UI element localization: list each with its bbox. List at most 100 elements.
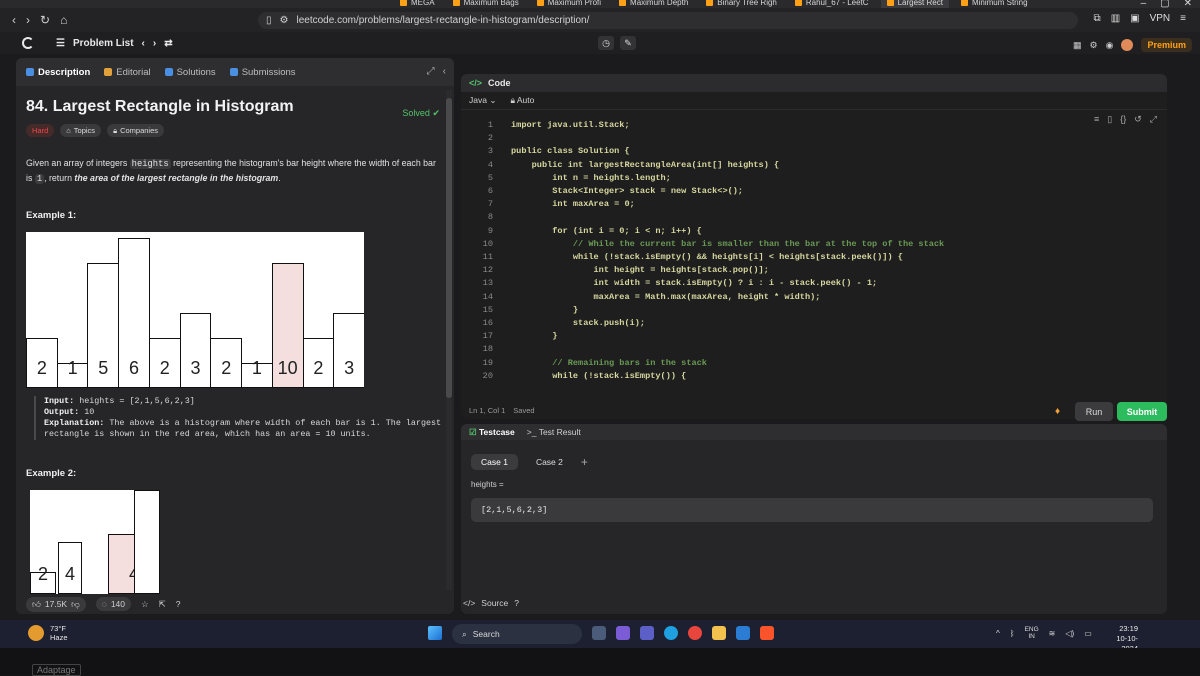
timer-icon[interactable]: ◷: [598, 36, 614, 50]
language-select[interactable]: Java ⌄: [469, 95, 496, 106]
extensions-icon[interactable]: ⧉: [1094, 13, 1101, 24]
tab-description[interactable]: Description: [26, 67, 90, 78]
language-indicator[interactable]: ENG IN: [1025, 626, 1039, 640]
reload-icon[interactable]: ↻: [40, 13, 50, 27]
case-tab[interactable]: Case 2: [526, 454, 573, 470]
scrollbar-thumb[interactable]: [446, 98, 452, 398]
thumbs-down-icon[interactable]: 👎︎: [71, 599, 80, 610]
site-info-icon[interactable]: ⚙: [280, 15, 289, 26]
bar-label: 1: [67, 358, 78, 378]
browser-tab[interactable]: Maximum Bags: [447, 0, 525, 8]
premium-button[interactable]: Premium: [1141, 38, 1192, 52]
add-case-icon[interactable]: +: [581, 455, 588, 469]
source-link[interactable]: </> Source?: [463, 598, 519, 608]
collapse-icon[interactable]: ‹: [443, 66, 446, 77]
sidebar-icon[interactable]: ▥: [1111, 13, 1120, 24]
example1-heading: Example 1:: [26, 210, 77, 221]
histogram-bar: 4: [58, 542, 82, 594]
weather-widget[interactable]: 73°F Haze: [28, 624, 68, 642]
battery-icon[interactable]: ▭: [1084, 629, 1092, 638]
browser-tab[interactable]: Largest Rect: [880, 0, 949, 8]
avatar[interactable]: [1121, 39, 1134, 51]
problem-list-link[interactable]: Problem List: [73, 38, 134, 49]
url-field[interactable]: ▯ ⚙ leetcode.com/problems/largest-rectan…: [258, 12, 1078, 29]
streak-icon[interactable]: ◉: [1106, 40, 1114, 51]
settings-icon[interactable]: ⚙: [1090, 40, 1098, 51]
like-button[interactable]: 👍︎ 17.5K 👎︎: [26, 596, 86, 612]
vpn-badge[interactable]: VPN: [1150, 13, 1171, 24]
scrollbar[interactable]: [446, 90, 452, 590]
notification-icon[interactable]: ♦: [1055, 406, 1060, 417]
reset-icon[interactable]: ↺: [1134, 114, 1142, 125]
bookmark-icon[interactable]: ▯: [1107, 114, 1112, 125]
back-icon[interactable]: ‹: [12, 13, 16, 27]
code-line: 13 int width = stack.isEmpty() ? i : i -…: [471, 277, 944, 290]
forward-icon[interactable]: ›: [26, 13, 30, 27]
comments-button[interactable]: ◌ 140: [95, 597, 131, 611]
run-button[interactable]: Run: [1075, 402, 1113, 421]
browser-tab[interactable]: MEGA: [394, 0, 441, 8]
list-icon[interactable]: ☰: [56, 38, 65, 49]
url-text: leetcode.com/problems/largest-rectangle-…: [296, 15, 590, 26]
copilot-icon[interactable]: [616, 626, 630, 640]
leetcode-logo-icon[interactable]: [22, 37, 34, 49]
tab-label: Description: [38, 66, 91, 78]
browser-tab-label: MEGA: [411, 0, 435, 7]
help-icon[interactable]: ?: [176, 599, 181, 609]
companies-chip[interactable]: 🔒︎ Companies: [107, 124, 164, 137]
topics-chip[interactable]: ⌂ Topics: [60, 124, 102, 137]
home-icon[interactable]: ⌂: [60, 13, 67, 27]
chrome-icon[interactable]: [688, 626, 702, 640]
language-value: Java: [469, 95, 487, 105]
output-value: 10: [84, 407, 95, 417]
menu-icon[interactable]: ≡: [1180, 13, 1186, 24]
prev-problem-icon[interactable]: ‹: [142, 38, 145, 49]
browser-tab[interactable]: Maximum Depth: [613, 0, 694, 8]
next-problem-icon[interactable]: ›: [153, 38, 156, 49]
star-icon[interactable]: ☆: [141, 599, 149, 610]
chevron-up-icon[interactable]: ^: [996, 629, 1000, 638]
tab-editorial[interactable]: Editorial: [104, 67, 151, 78]
tab-submissions[interactable]: Submissions: [229, 67, 296, 78]
code-lines[interactable]: 1 import java.util.Stack; 2 3 public class S…: [471, 119, 945, 383]
run-bar: ♦ Run Submit: [461, 400, 1167, 422]
wifi-icon[interactable]: ≋: [1049, 629, 1056, 638]
tab-test-result[interactable]: >_ Test Result: [527, 427, 581, 437]
volume-icon[interactable]: ◁): [1065, 629, 1074, 638]
task-view-icon[interactable]: [592, 626, 606, 640]
browser-tab[interactable]: Maximum Profi: [531, 0, 607, 8]
format-icon[interactable]: ≡: [1094, 114, 1099, 125]
file-explorer-icon[interactable]: [712, 626, 726, 640]
variable-input[interactable]: [2,1,5,6,2,3]: [471, 498, 1153, 522]
difficulty-chip[interactable]: Hard: [26, 124, 55, 137]
like-count: 17.5K: [44, 598, 68, 609]
vscode-icon[interactable]: [736, 626, 750, 640]
bookmark-icon[interactable]: ▯: [266, 15, 272, 26]
tab-testcase[interactable]: ☑ Testcase: [469, 427, 515, 438]
favicon-icon: [794, 0, 802, 6]
notes-icon[interactable]: ✎: [620, 36, 636, 50]
browser-tab-label: Binary Tree Righ: [717, 0, 777, 7]
browser-tab[interactable]: Rahul_67 - LeetC: [789, 0, 875, 8]
browser-tab[interactable]: Minimum String: [955, 0, 1034, 8]
fullscreen-icon[interactable]: ⤢: [1150, 114, 1157, 125]
expand-icon[interactable]: ⤢: [427, 66, 435, 77]
windows-start-icon[interactable]: [428, 626, 442, 640]
submit-button[interactable]: Submit: [1117, 402, 1167, 421]
bluetooth-icon[interactable]: ᛒ: [1010, 629, 1015, 638]
layout-icon[interactable]: ▦: [1073, 40, 1082, 51]
browser-tab[interactable]: Binary Tree Righ: [700, 0, 783, 8]
case-tab[interactable]: Case 1: [471, 454, 518, 470]
braces-icon[interactable]: {}: [1120, 114, 1126, 125]
line-number: 17: [482, 331, 493, 342]
tab-solutions[interactable]: Solutions: [164, 67, 216, 78]
auto-mode[interactable]: 🔒︎ Auto: [510, 95, 534, 106]
edge-icon[interactable]: [664, 626, 678, 640]
shuffle-icon[interactable]: ⇄: [164, 38, 172, 49]
histogram-bar: 2: [302, 338, 335, 388]
teams-icon[interactable]: [640, 626, 654, 640]
taskbar-search[interactable]: ⌕ Search: [452, 624, 582, 644]
share-icon[interactable]: ⇱: [159, 599, 166, 610]
brave-icon[interactable]: [760, 626, 774, 640]
wallet-icon[interactable]: ▣: [1130, 13, 1139, 24]
